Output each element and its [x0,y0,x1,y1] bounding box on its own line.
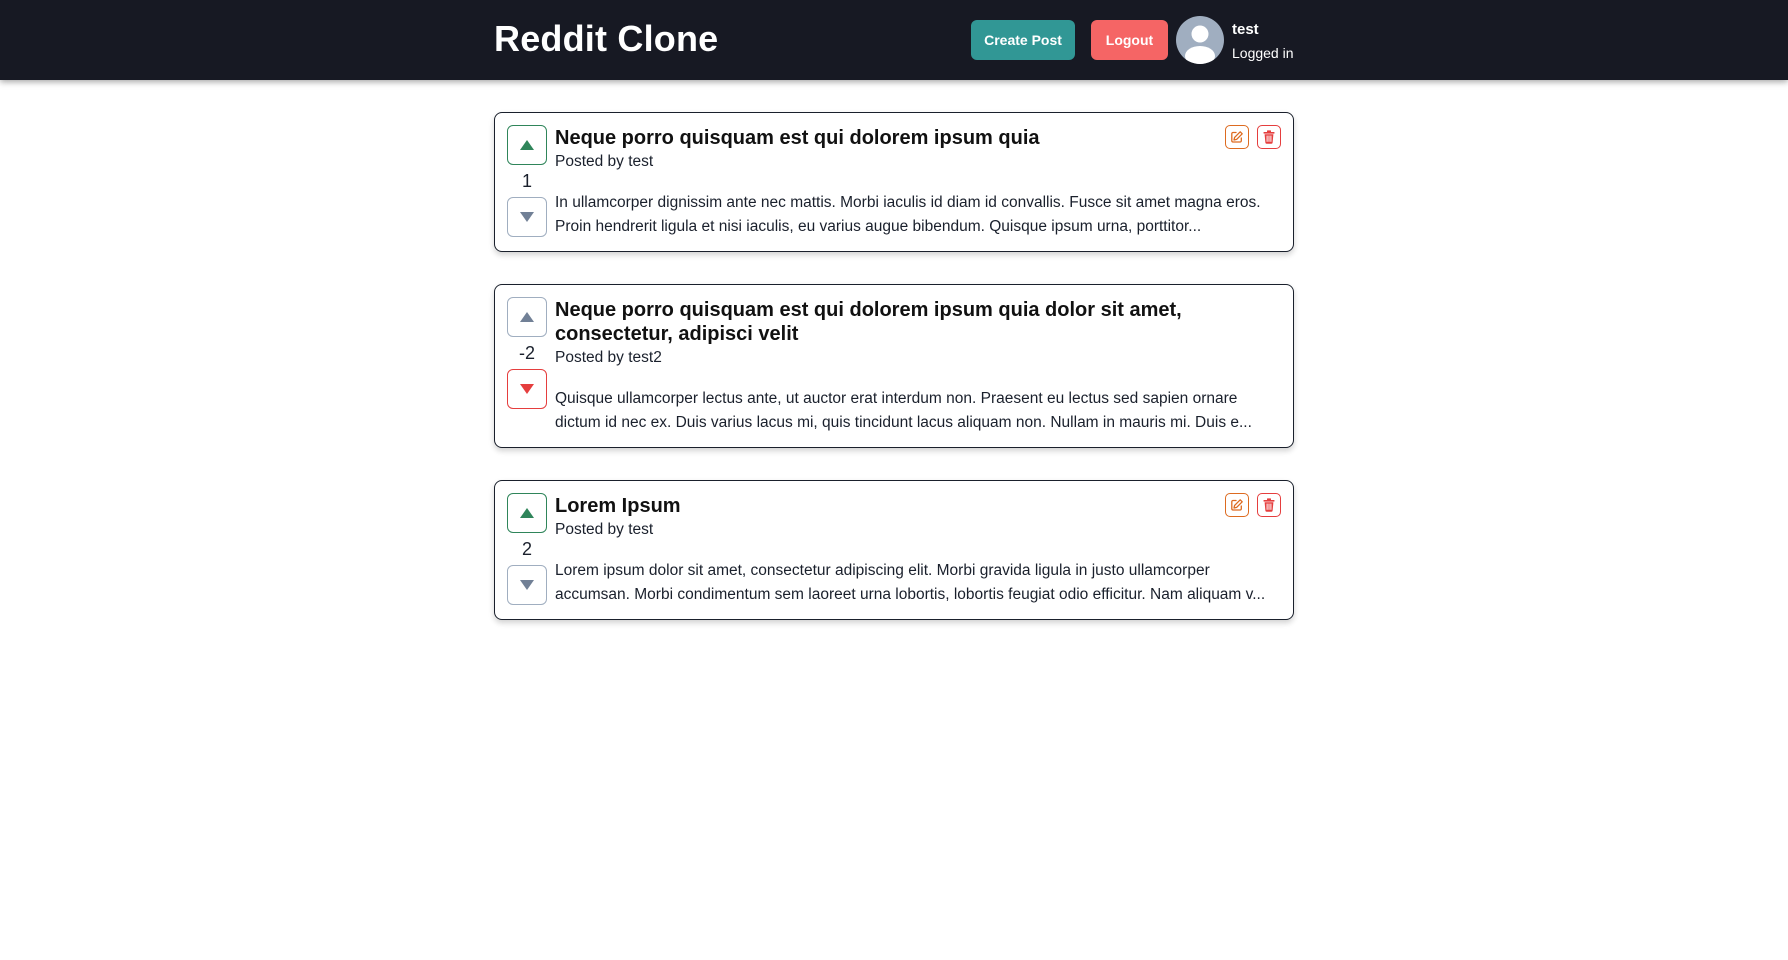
post-card[interactable]: 1 Neque porro quisquam est qui dolorem ip… [494,112,1294,252]
create-post-button[interactable]: Create Post [971,20,1075,60]
trash-icon [1263,130,1275,144]
triangle-down-icon [520,384,534,394]
vote-count: -2 [518,343,535,363]
user-name: test [1232,21,1259,38]
upvote-button[interactable] [507,125,547,165]
post-author: Posted by test [555,521,654,538]
post-card[interactable]: 2 Lorem Ipsum Posted by test Lorem ipsum do… [494,480,1294,620]
post-title[interactable]: Neque porro quisquam est qui dolorem ips… [555,298,1211,346]
post-actions [1225,493,1281,517]
post-body: Quisque ullamcorper lectus ante, ut auct… [555,390,1252,431]
navbar-content: Reddit Clone Create Post Logout test Log… [494,0,1294,80]
vote-controls: 1 [507,125,547,237]
post-feed: 1 Neque porro quisquam est qui dolorem ip… [494,112,1294,652]
vote-controls: -2 [507,297,547,409]
triangle-down-icon [520,580,534,590]
post-body: Lorem ipsum dolor sit amet, consectetur … [555,562,1266,603]
delete-post-button[interactable] [1257,125,1281,149]
user-avatar-icon[interactable] [1176,16,1224,64]
trash-icon [1263,498,1275,512]
vote-controls: 2 [507,493,547,605]
upvote-button[interactable] [507,297,547,337]
delete-post-button[interactable] [1257,493,1281,517]
post-author: Posted by test2 [555,349,662,366]
upvote-button[interactable] [507,493,547,533]
vote-count: 2 [521,539,532,559]
post-author: Posted by test [555,153,654,170]
user-status: Logged in [1232,45,1294,61]
post-actions [1225,125,1281,149]
navbar: Reddit Clone Create Post Logout test Log… [0,0,1788,80]
triangle-up-icon [520,140,534,150]
vote-count: 1 [521,171,532,191]
downvote-button[interactable] [507,369,547,409]
downvote-button[interactable] [507,565,547,605]
edit-icon [1230,498,1244,512]
downvote-button[interactable] [507,197,547,237]
logout-button[interactable]: Logout [1091,20,1168,60]
post-body: In ullamcorper dignissim ante nec mattis… [555,194,1261,235]
post-title[interactable]: Lorem Ipsum [555,494,1211,518]
post-title[interactable]: Neque porro quisquam est qui dolorem ips… [555,126,1211,150]
post-card[interactable]: -2 Neque porro quisquam est qui dolorem i… [494,284,1294,448]
edit-post-button[interactable] [1225,493,1249,517]
edit-post-button[interactable] [1225,125,1249,149]
app-title[interactable]: Reddit Clone [494,18,718,60]
triangle-up-icon [520,508,534,518]
triangle-up-icon [520,312,534,322]
edit-icon [1230,130,1244,144]
triangle-down-icon [520,212,534,222]
